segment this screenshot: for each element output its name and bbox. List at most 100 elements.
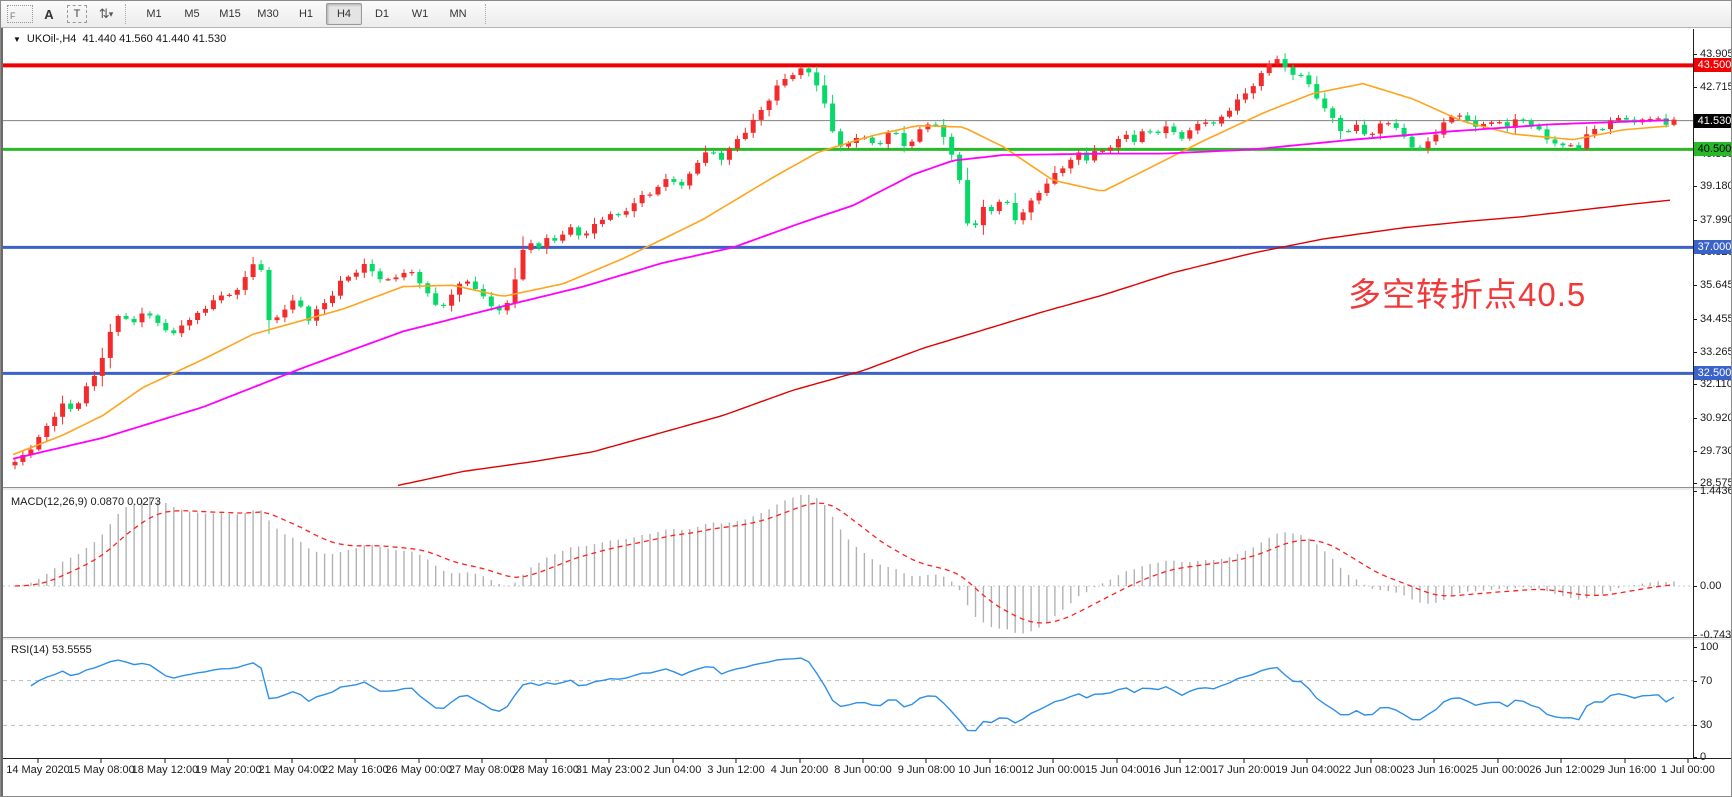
time-axis-label: 29 Jun 16:00 (1593, 764, 1657, 776)
time-axis-label: 28 May 16:00 (512, 764, 579, 776)
scale-tick-mark (1693, 186, 1697, 187)
rsi-line (31, 658, 1674, 731)
time-axis-label: 9 Jun 08:00 (898, 764, 956, 776)
time-tick-mark (1561, 759, 1562, 763)
price-badge-32.500: 32.500 (1694, 366, 1732, 380)
time-axis-label: 26 May 00:00 (385, 764, 452, 776)
chart-annotation-text[interactable]: 多空转折点40.5 (1348, 268, 1586, 316)
macd-signal-line (15, 503, 1674, 623)
scale-tick-label: 29.730 (1700, 445, 1732, 457)
time-tick-mark (1116, 759, 1117, 763)
time-axis-label: 26 Jun 12:00 (1529, 764, 1593, 776)
scale-tick-mark (1693, 757, 1697, 758)
time-tick-mark (38, 759, 39, 763)
time-tick-mark (1243, 759, 1244, 763)
time-tick-mark (101, 759, 102, 763)
timeframe-button-m5[interactable]: M5 (174, 3, 210, 25)
time-axis-label: 4 Jun 20:00 (771, 764, 829, 776)
time-axis-label: 27 May 08:00 (449, 764, 516, 776)
timeframe-button-m15[interactable]: M15 (212, 3, 248, 25)
scale-tick-mark (1693, 418, 1697, 419)
toolbar-separator (485, 4, 487, 24)
cursor-arrows-icon: ⇅ (99, 6, 108, 22)
scale-tick-mark (1693, 635, 1697, 636)
templates-icon[interactable]: F (7, 5, 33, 23)
time-tick-mark (1307, 759, 1308, 763)
time-tick-mark (1624, 759, 1625, 763)
timeframe-button-d1[interactable]: D1 (364, 3, 400, 25)
time-axis-border (3, 758, 1732, 759)
scale-tick-label: -0.7431 (1700, 629, 1732, 641)
timeframe-button-m30[interactable]: M30 (250, 3, 286, 25)
time-axis-label: 22 May 16:00 (322, 764, 389, 776)
time-axis-label: 14 May 2020 (6, 764, 70, 776)
timeframe-button-mn[interactable]: MN (440, 3, 476, 25)
time-axis-label: 19 May 20:00 (195, 764, 262, 776)
annotate-letter: A (44, 7, 53, 22)
scale-tick-label: 70 (1700, 675, 1712, 687)
rsi-indicator-pane[interactable] (3, 641, 1693, 758)
macd-label: MACD(12,26,9) 0.0870 0.0273 (11, 496, 161, 508)
time-axis-label: 10 Jun 16:00 (958, 764, 1022, 776)
scale-tick-label: 0 (1700, 751, 1706, 763)
time-axis-label: 25 Jun 00:00 (1466, 764, 1530, 776)
scale-tick-label: 39.180 (1700, 180, 1732, 192)
time-axis-label: 2 Jun 04:00 (644, 764, 702, 776)
scale-tick-mark (1693, 681, 1697, 682)
time-tick-mark (989, 759, 990, 763)
trading-platform-window: F A T ⇅▾ M1M5M15M30H1H4D1W1MN ▼ UKOil-,H… (0, 0, 1732, 797)
chevron-down-icon: ▾ (109, 9, 112, 20)
time-axis-label: 21 May 04:00 (259, 764, 326, 776)
time-tick-mark (291, 759, 292, 763)
timeframe-button-group: M1M5M15M30H1H4D1W1MN (135, 3, 477, 25)
time-tick-mark (482, 759, 483, 763)
price-badge-41.530: 41.530 (1694, 114, 1732, 128)
rsi-label: RSI(14) 53.5555 (11, 644, 92, 656)
time-tick-mark (1687, 759, 1688, 763)
templates-icon-letter: F (10, 11, 16, 21)
time-tick-mark (1497, 759, 1498, 763)
scale-tick-label: 100 (1700, 641, 1718, 653)
price-badge-40.500: 40.500 (1694, 142, 1732, 156)
scale-tick-label: 37.990 (1700, 214, 1732, 226)
slow-ma-red (398, 200, 1670, 485)
annotate-text-button[interactable]: A (37, 4, 61, 24)
timeframe-button-h1[interactable]: H1 (288, 3, 324, 25)
price-badge-43.500: 43.500 (1694, 58, 1732, 72)
time-tick-mark (736, 759, 737, 763)
price-chart-pane[interactable] (3, 29, 1693, 487)
cursor-tool-button[interactable]: ⇅▾ (93, 4, 117, 24)
scale-tick-mark (1693, 54, 1697, 55)
timeframe-button-h4[interactable]: H4 (326, 3, 362, 25)
time-tick-mark (355, 759, 356, 763)
chart-stage: ▼ UKOil-,H4 41.440 41.560 41.440 41.530 … (1, 28, 1732, 797)
time-tick-mark (1053, 759, 1054, 763)
time-axis-label: 8 Jun 00:00 (834, 764, 892, 776)
timeframe-button-w1[interactable]: W1 (402, 3, 438, 25)
scale-tick-mark (1693, 384, 1697, 385)
time-tick-mark (609, 759, 610, 763)
timeframe-button-m1[interactable]: M1 (136, 3, 172, 25)
time-tick-mark (1434, 759, 1435, 763)
time-axis-label: 17 Jun 20:00 (1212, 764, 1276, 776)
scale-tick-mark (1693, 352, 1697, 353)
scale-tick-label: 30 (1700, 719, 1712, 731)
time-axis-label: 18 May 12:00 (132, 764, 199, 776)
macd-indicator-pane[interactable] (3, 491, 1693, 637)
time-tick-mark (862, 759, 863, 763)
scale-tick-mark (1693, 87, 1697, 88)
time-axis-label: 1 Jul 00:00 (1661, 764, 1715, 776)
scale-tick-mark (1693, 483, 1697, 484)
text-label-button[interactable]: T (65, 4, 89, 24)
time-axis-label: 15 Jun 04:00 (1085, 764, 1149, 776)
time-tick-mark (228, 759, 229, 763)
time-tick-mark (1180, 759, 1181, 763)
chart-toolbar: F A T ⇅▾ M1M5M15M30H1H4D1W1MN (1, 1, 1732, 28)
time-axis-label: 31 May 23:00 (576, 764, 643, 776)
time-tick-mark (418, 759, 419, 763)
time-axis-label: 22 Jun 08:00 (1339, 764, 1403, 776)
scale-tick-label: 1.4436 (1700, 485, 1732, 497)
scale-tick-mark (1693, 220, 1697, 221)
scale-tick-mark (1693, 451, 1697, 452)
time-axis-label: 15 May 08:00 (68, 764, 135, 776)
